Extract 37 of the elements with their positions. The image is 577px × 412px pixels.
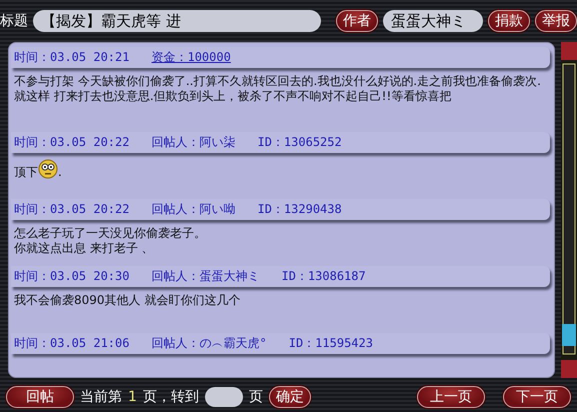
header-text: 时间：03.05 20:21 — [14, 49, 130, 66]
author-field[interactable]: 蛋蛋大神ミ — [382, 10, 483, 32]
scrollbar[interactable] — [561, 42, 577, 378]
post-text: . — [58, 165, 62, 179]
post-text: 不参与打架 今天缺被你们偷袭了..打算不久就转区回去的.我也没什么好说的.走之前我也准备偷袭次.就这样 打来打去也没意思.但欺负到头上，被杀了不声不响对不起自己!!等看惊喜把 — [14, 74, 541, 103]
header-text: 时间：03.05 21:06 — [14, 335, 130, 352]
header-text: 时间：03.05 20:30 — [14, 268, 130, 285]
header-text: 回帖人：蛋蛋大神ミ — [151, 268, 260, 285]
header-text: 时间：03.05 20:22 — [14, 134, 130, 151]
page-label: 页，转到 — [142, 388, 199, 406]
page-label: 当前第 — [80, 388, 122, 406]
post-text: 我不会偷袭8090其他人 就会盯你们这几个 — [14, 293, 240, 307]
funds-link[interactable]: 资金：100000 — [151, 49, 231, 66]
action-button[interactable]: 捐款 — [488, 10, 530, 32]
header-text: 时间：03.05 20:22 — [14, 201, 130, 218]
reply-button[interactable]: 回帖 — [6, 386, 74, 408]
header-text: ID：11595423 — [288, 335, 373, 352]
page-input[interactable] — [204, 387, 243, 407]
title-label: 标题 — [0, 12, 28, 30]
post-text: 顶下 — [14, 165, 38, 179]
emoticon-icon — [38, 159, 58, 179]
confirm-button[interactable]: 确定 — [268, 386, 311, 408]
action-button[interactable]: 举报 — [535, 10, 577, 32]
header-text: 回帖人：の︵霸天虎° — [151, 335, 267, 352]
header-text: ID：13290438 — [257, 201, 342, 218]
post-text: 你就这点出息 来打老子 、 — [14, 241, 154, 255]
prev-page-button[interactable]: 上一页 — [417, 386, 485, 408]
author-button[interactable]: 作者 — [336, 10, 378, 32]
next-page-button[interactable]: 下一页 — [503, 386, 571, 408]
header-text: 回帖人：阿い呦 — [151, 201, 236, 218]
title-field[interactable]: 【揭发】霸天虎等 进 — [33, 10, 321, 32]
header-text: 回帖人：阿い柒 — [151, 134, 236, 151]
header-text: ID：13086187 — [281, 268, 366, 285]
page-number: 1 — [128, 389, 137, 405]
post-text: 怎么老子玩了一天没见你偷袭老子。 — [14, 226, 206, 240]
page-label: 页 — [248, 388, 263, 406]
header-text: ID：13065252 — [257, 134, 342, 151]
